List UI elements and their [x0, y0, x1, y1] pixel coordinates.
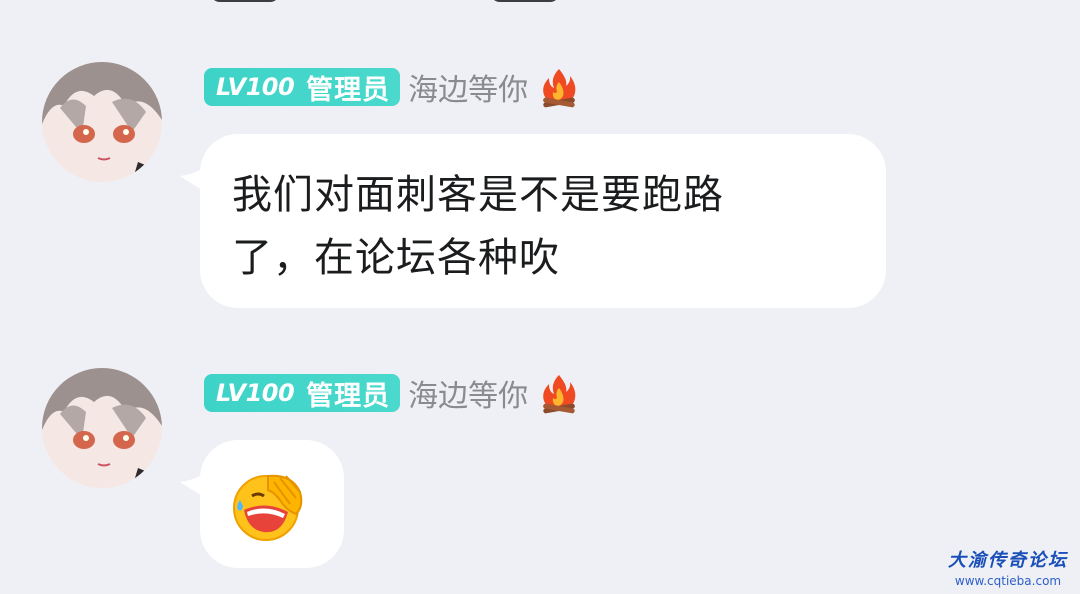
watermark-url: www.cqtieba.com — [954, 574, 1062, 588]
message-bubble[interactable]: 我们对面刺客是不是要跑路 了，在论坛各种吹 — [180, 134, 886, 308]
level-label: LV100 — [216, 73, 295, 101]
message-header: LV100 管理员 海边等你 — [204, 65, 580, 109]
facepalm-laugh-emoji — [233, 474, 303, 541]
user-avatar[interactable] — [42, 368, 162, 488]
message-bubble[interactable] — [180, 440, 344, 568]
level-role-badge: LV100 管理员 — [204, 374, 401, 412]
watermark-title: 大渝传奇论坛 — [948, 550, 1068, 571]
role-label: 管理员 — [306, 74, 391, 106]
message-text-line: 我们对面刺客是不是要跑路 — [232, 172, 724, 218]
message-text: 我们对面刺客是不是要跑路 了，在论坛各种吹 — [200, 134, 886, 314]
campfire-icon — [543, 375, 576, 414]
level-role-badge: LV100 管理员 — [204, 68, 401, 106]
nickname[interactable]: 海边等你 — [408, 371, 528, 415]
nickname[interactable]: 海边等你 — [408, 65, 528, 109]
forum-watermark: 大渝传奇论坛 www.cqtieba.com — [948, 546, 1068, 588]
message-text-line: 了，在论坛各种吹 — [232, 235, 560, 281]
level-label: LV100 — [216, 379, 295, 407]
user-avatar[interactable] — [42, 62, 162, 182]
bubble-tail — [180, 470, 210, 500]
message-header: LV100 管理员 海边等你 — [204, 371, 580, 415]
campfire-icon — [543, 69, 576, 108]
bubble-tail — [180, 164, 210, 194]
role-label: 管理员 — [306, 380, 391, 412]
previous-message-fragment — [200, 0, 580, 2]
